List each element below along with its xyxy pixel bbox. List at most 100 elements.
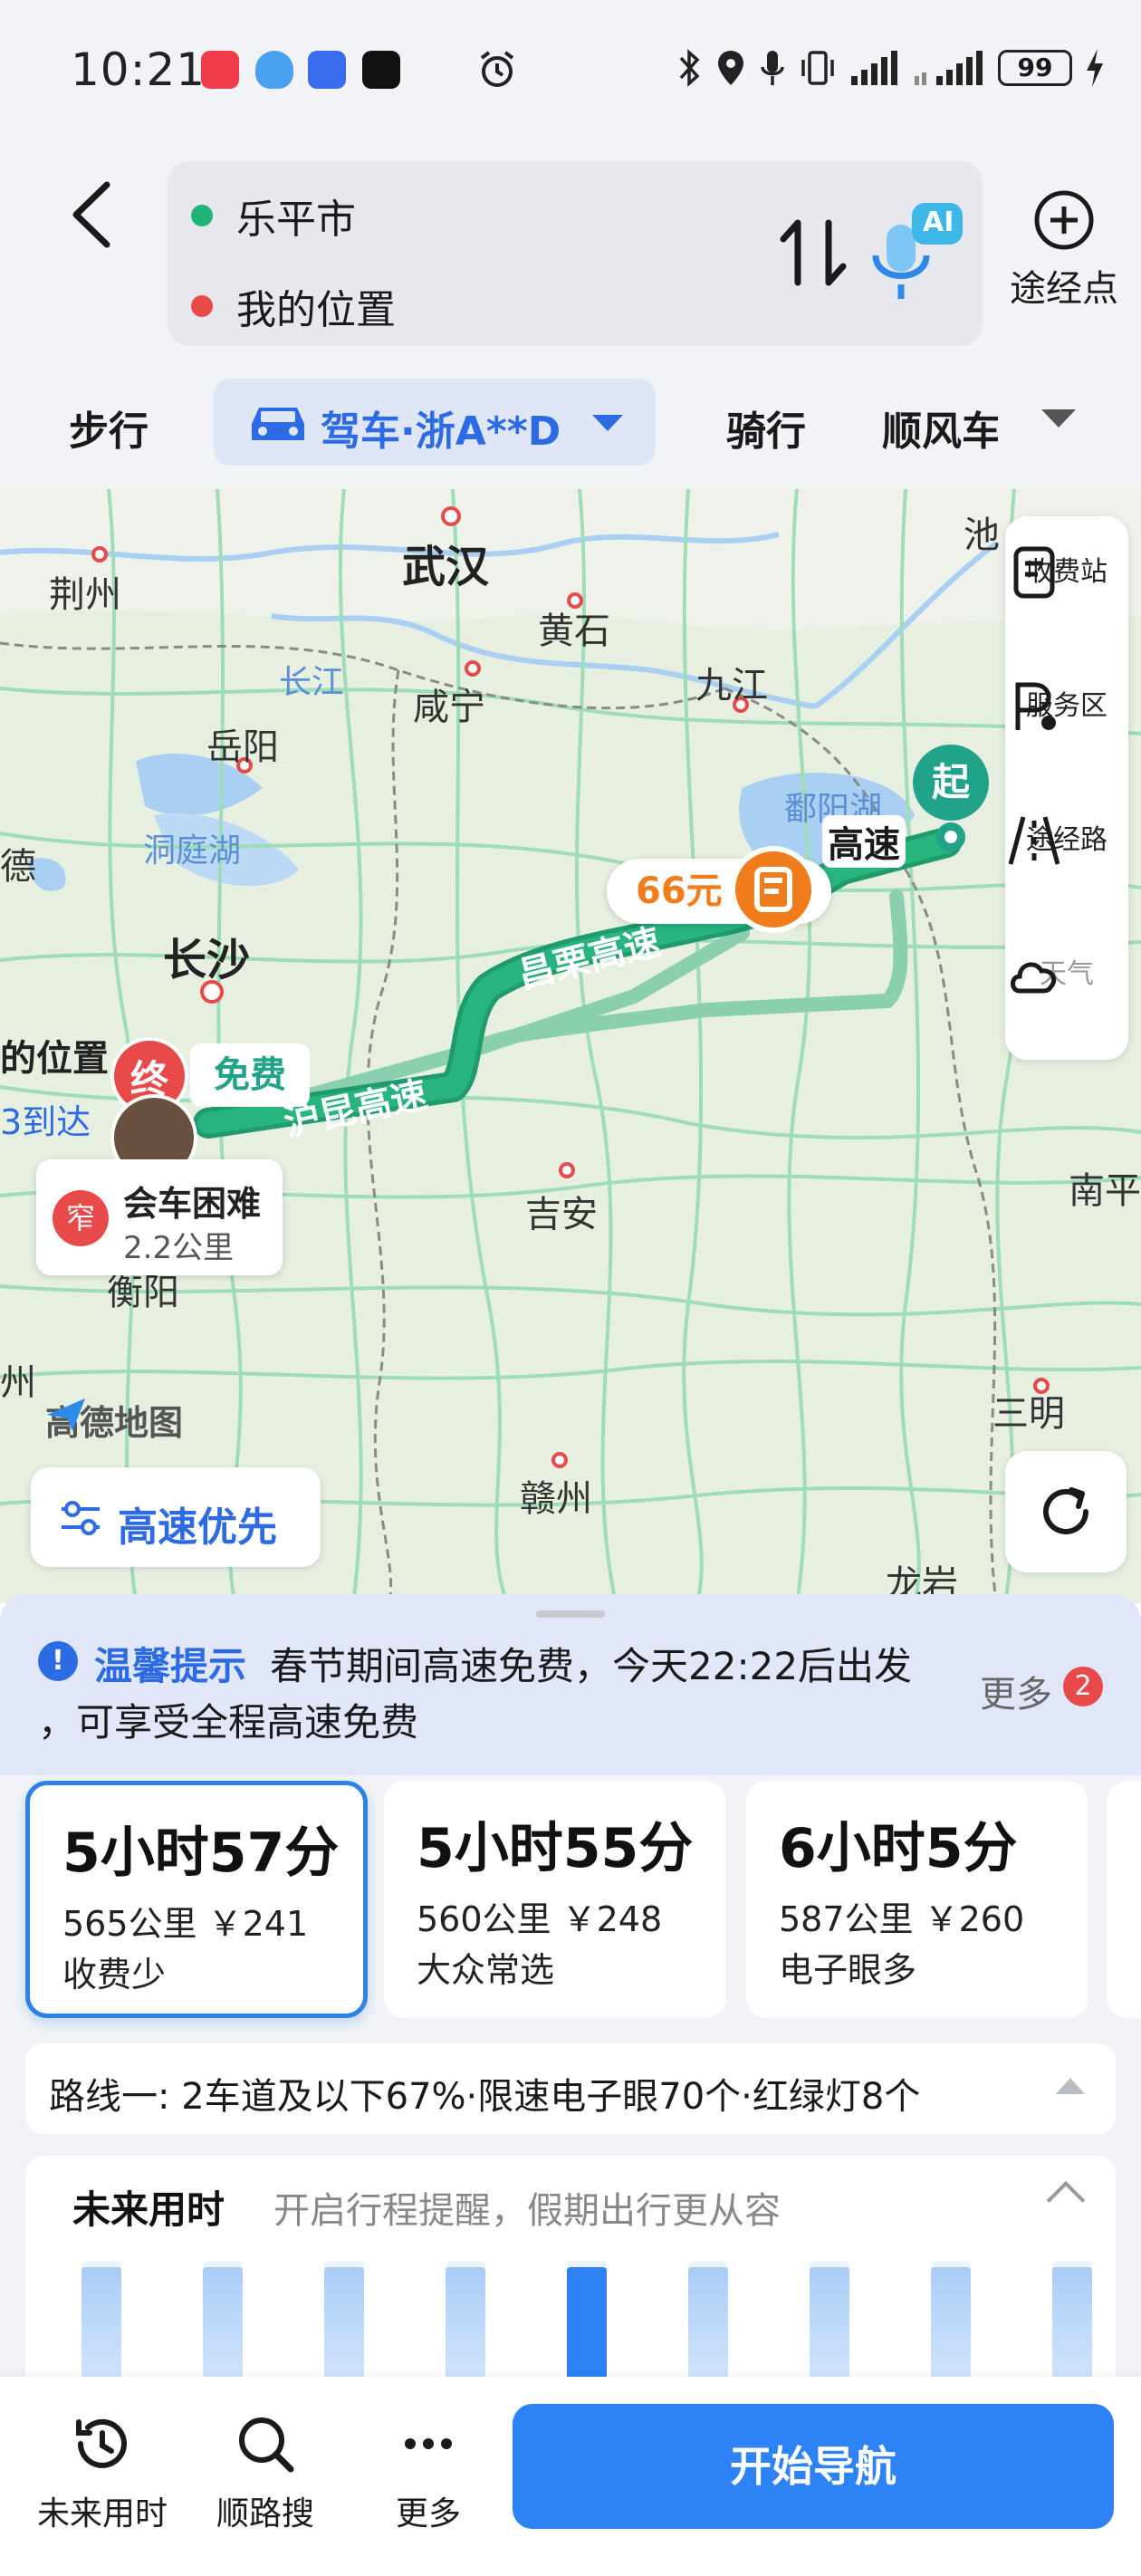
- route-price: ￥248: [561, 1899, 663, 1939]
- city-label: 武汉: [402, 542, 490, 592]
- search-icon: [239, 2417, 294, 2473]
- narrow-badge: 窄: [53, 1190, 109, 1246]
- route-header: 乐平市 我的位置 AI 途经点: [0, 136, 1141, 362]
- future-time-button[interactable]: 未来用时: [25, 2409, 179, 2534]
- clock-history-icon: [76, 2418, 127, 2468]
- signal-icon: [851, 51, 897, 85]
- route-detail-summary[interactable]: 路线一: 2车道及以下67%·限速电子眼70个·红绿灯8个: [25, 2043, 1116, 2134]
- more-button[interactable]: 更多: [351, 2409, 505, 2534]
- future-time-bar-fill: [688, 2267, 728, 2391]
- origin-field[interactable]: 乐平市: [191, 187, 356, 245]
- refresh-button[interactable]: [1005, 1451, 1127, 1572]
- toll-station-button[interactable]: 收费站: [1005, 543, 1128, 599]
- route-preference-button[interactable]: 高速优先: [31, 1467, 321, 1567]
- future-time-bar[interactable]: [567, 2261, 607, 2391]
- shield-icon: [255, 51, 293, 89]
- tiktok-icon: [362, 51, 400, 89]
- future-time-bar[interactable]: [324, 2261, 364, 2391]
- narrow-road-warning[interactable]: 窄 会车困难 2.2公里: [36, 1159, 283, 1275]
- battery-indicator: 99: [998, 50, 1072, 86]
- route-option-card[interactable]: 5小时57分 565公里 ￥241 收费少: [25, 1781, 368, 2018]
- along-route-search-label: 顺路搜: [216, 2495, 314, 2533]
- xiaohongshu-icon: [201, 51, 239, 89]
- tab-walk[interactable]: 步行: [69, 399, 149, 457]
- start-marker[interactable]: 起: [913, 745, 989, 821]
- ai-label: AI: [923, 207, 954, 238]
- route-duration: 5小时57分: [62, 1821, 340, 1885]
- water-label: 长江: [279, 664, 345, 701]
- via-road-button[interactable]: 途经路: [1005, 812, 1128, 865]
- toll-icon: [754, 867, 792, 912]
- amap-logo: 高德地图: [45, 1395, 183, 1445]
- swap-icon[interactable]: [772, 212, 854, 293]
- city-label: 岳阳: [206, 726, 279, 768]
- route-distance-price: 587公里 ￥260: [779, 1891, 1024, 1941]
- road-label: 高速: [822, 815, 906, 868]
- tab-carpool[interactable]: 顺风车: [882, 399, 998, 457]
- start-navigation-button[interactable]: 开始导航: [513, 2404, 1114, 2529]
- service-area-button[interactable]: 服务区: [1005, 678, 1128, 730]
- weather-button[interactable]: 天气: [1005, 946, 1128, 994]
- future-time-bar[interactable]: [203, 2261, 243, 2391]
- tab-drive[interactable]: 驾车·浙A**D: [214, 379, 656, 466]
- route-price: ￥260: [924, 1899, 1025, 1939]
- route-tag: 大众常选: [417, 1950, 555, 1990]
- future-time-bar[interactable]: [931, 2261, 971, 2391]
- route-option-card[interactable]: 6小时5分 587公里 ￥260 电子眼多: [746, 1781, 1088, 2018]
- chevron-up-icon[interactable]: [1046, 2180, 1086, 2220]
- origin-text: 乐平市: [236, 197, 356, 243]
- add-waypoint-button[interactable]: 途经点: [1005, 188, 1123, 310]
- more-modes-chevron-icon[interactable]: [1040, 408, 1078, 431]
- notice-more-link[interactable]: 更多: [980, 1665, 1052, 1717]
- service-area-icon: [1015, 682, 1056, 730]
- city-label: 荆州: [49, 574, 121, 616]
- more-dots-icon: [405, 2438, 452, 2449]
- collapse-arrow-icon[interactable]: [1056, 2078, 1085, 2094]
- future-time-card[interactable]: 未来用时 开启行程提醒，假期出行更从容: [25, 2156, 1116, 2391]
- along-route-search-button[interactable]: 顺路搜: [188, 2409, 342, 2534]
- ai-voice-button[interactable]: AI: [867, 197, 966, 306]
- destination-dot: [191, 295, 213, 317]
- bluetooth-icon: [679, 49, 700, 87]
- future-time-title: 未来用时: [72, 2187, 225, 2232]
- route-detail-text: 路线一: 2车道及以下67%·限速电子眼70个·红绿灯8个: [49, 2076, 921, 2118]
- mic-icon: [761, 51, 784, 85]
- travel-mode-tabs: 步行 驾车·浙A**D 骑行 顺风车: [0, 362, 1141, 489]
- alarm-icon: [480, 51, 514, 87]
- route-distance: 560公里: [417, 1899, 551, 1939]
- map-view[interactable]: 武汉 荆州 池 黄石 长江 咸宁 九江 岳阳 鄱阳湖 德 洞庭湖 长沙 衡阳 吉…: [0, 489, 1141, 1603]
- city-label: 咸宁: [413, 687, 485, 728]
- future-time-bar[interactable]: [82, 2261, 121, 2391]
- city-label: 吉安: [525, 1194, 598, 1235]
- route-sheet: ! 温馨提示 春节期间高速免费，今天22:22后出发 ，可享受全程高速免费 更多…: [0, 1594, 1141, 2391]
- my-location-label: 的位置: [0, 1038, 109, 1080]
- future-time-bar[interactable]: [810, 2261, 849, 2391]
- future-time-bar[interactable]: [446, 2261, 485, 2391]
- route-option-card-peek[interactable]: [1107, 1781, 1141, 2018]
- route-distance: 565公里: [62, 1904, 197, 1944]
- city-label: 州: [0, 1362, 36, 1404]
- city-label: 九江: [695, 665, 768, 706]
- route-option-card[interactable]: 5小时55分 560公里 ￥248 大众常选: [384, 1781, 726, 2018]
- future-time-bar[interactable]: [688, 2261, 728, 2391]
- toll-station-marker-icon[interactable]: [730, 846, 817, 933]
- notice-text: 春节期间高速免费，今天22:22后出发: [270, 1644, 913, 1688]
- water-label: 洞庭湖: [143, 832, 242, 870]
- route-distance: 587公里: [779, 1899, 914, 1939]
- route-price: ￥241: [207, 1904, 309, 1944]
- free-toll-tag: 免费: [190, 1043, 310, 1107]
- chevron-down-icon: [592, 415, 623, 431]
- future-time-bar[interactable]: [1052, 2261, 1092, 2391]
- future-time-bar-fill: [1052, 2267, 1092, 2391]
- city-label: 南平: [1069, 1170, 1141, 1212]
- back-icon[interactable]: [63, 174, 127, 255]
- city-label: 长沙: [163, 935, 251, 985]
- tab-ride[interactable]: 骑行: [726, 399, 806, 457]
- notice-count-badge: 2: [1063, 1667, 1103, 1706]
- waypoint-label: 途经点: [1010, 268, 1118, 310]
- destination-field[interactable]: 我的位置: [191, 277, 396, 335]
- holiday-notice[interactable]: ! 温馨提示 春节期间高速免费，今天22:22后出发 ，可享受全程高速免费 更多…: [0, 1594, 1141, 1775]
- arrival-label: 3到达: [0, 1102, 91, 1142]
- sheet-drag-handle[interactable]: [536, 1610, 605, 1618]
- destination-text: 我的位置: [236, 287, 396, 333]
